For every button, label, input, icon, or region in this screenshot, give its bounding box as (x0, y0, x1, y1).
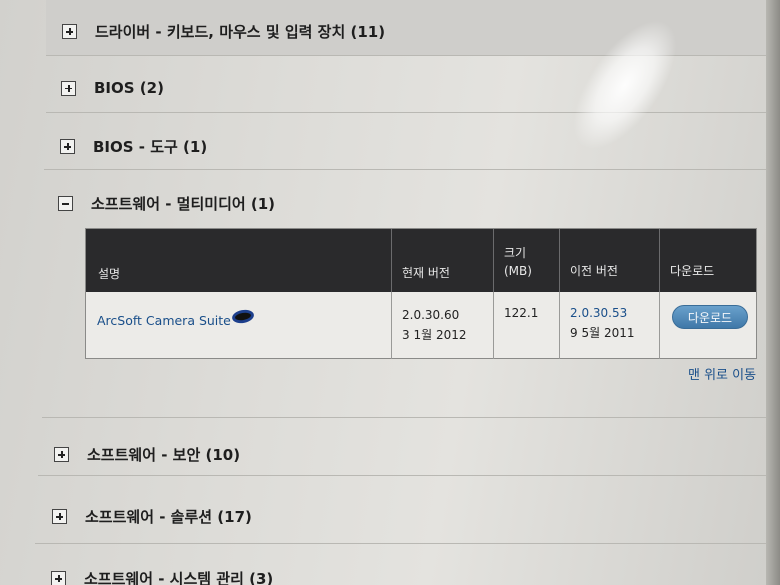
expand-icon[interactable] (61, 80, 76, 96)
section-header[interactable]: 소프트웨어 - 멀티미디어 (1) (58, 193, 275, 214)
section-title: 드라이버 - 키보드, 마우스 및 입력 장치 (11) (95, 23, 386, 41)
back-to-top-link[interactable]: 맨 위로 이동 (688, 364, 756, 383)
header-label: 크기 (504, 246, 527, 260)
section-bios: BIOS (2) (46, 56, 776, 113)
column-header-description: 설명 (86, 229, 392, 292)
device-bezel (766, 0, 780, 585)
section-header[interactable]: 소프트웨어 - 시스템 관리 (3) (51, 568, 273, 585)
column-header-current-version: 현재 버전 (392, 229, 494, 292)
column-header-previous-version: 이전 버전 (560, 229, 660, 292)
section-header[interactable]: BIOS - 도구 (1) (60, 136, 207, 157)
expand-icon[interactable] (51, 571, 66, 585)
column-header-size: 크기 (MB) (494, 229, 560, 292)
collapse-icon[interactable] (58, 196, 73, 211)
section-software-security: 소프트웨어 - 보안 (10) (38, 418, 776, 476)
section-software-solutions: 소프트웨어 - 솔루션 (17) (35, 476, 776, 544)
cell-previous-version: 2.0.30.53 9 5월 2011 (560, 292, 660, 359)
section-title: 소프트웨어 - 솔루션 (17) (85, 508, 252, 526)
section-header[interactable]: 드라이버 - 키보드, 마우스 및 입력 장치 (11) (62, 21, 385, 42)
previous-version-date: 9 5월 2011 (570, 326, 635, 340)
header-label-unit: (MB) (504, 264, 532, 278)
section-title: BIOS (2) (94, 79, 164, 97)
section-title: 소프트웨어 - 멀티미디어 (1) (91, 195, 276, 213)
section-software-system-management: 소프트웨어 - 시스템 관리 (3) (32, 544, 776, 585)
header-label: 다운로드 (670, 264, 715, 278)
expand-icon[interactable] (62, 24, 77, 39)
section-title: 소프트웨어 - 보안 (10) (87, 446, 241, 464)
downloads-table: 설명 현재 버전 크기 (MB) 이전 버전 다운로드 ArcSoft Came… (85, 228, 757, 359)
download-button[interactable]: 다운로드 (672, 305, 748, 329)
previous-version-link[interactable]: 2.0.30.53 (570, 306, 627, 320)
expand-icon[interactable] (52, 509, 67, 524)
section-header[interactable]: 소프트웨어 - 보안 (10) (54, 444, 240, 465)
size-value: 122.1 (504, 306, 539, 320)
cell-download: 다운로드 (660, 292, 758, 359)
header-label: 이전 버전 (570, 264, 618, 278)
section-header[interactable]: BIOS (2) (61, 79, 164, 97)
cell-description: ArcSoft Camera Suite (86, 292, 392, 359)
cell-size: 122.1 (494, 292, 560, 359)
current-version-value: 2.0.30.60 (402, 308, 460, 322)
section-bios-tools: BIOS - 도구 (1) (44, 113, 776, 170)
camera-suite-icon (231, 308, 255, 325)
header-label: 현재 버전 (402, 266, 450, 280)
expand-icon[interactable] (60, 139, 75, 154)
expand-icon[interactable] (54, 447, 69, 462)
section-title: BIOS - 도구 (1) (93, 138, 208, 156)
cell-current-version: 2.0.30.60 3 1월 2012 (392, 292, 494, 359)
current-version-date: 3 1월 2012 (402, 328, 467, 342)
table-header-row: 설명 현재 버전 크기 (MB) 이전 버전 다운로드 (86, 229, 756, 292)
column-header-download: 다운로드 (660, 229, 758, 292)
support-downloads-page: 드라이버 - 키보드, 마우스 및 입력 장치 (11) BIOS (2) BI… (0, 0, 780, 585)
header-label: 설명 (98, 267, 121, 281)
section-drivers-input: 드라이버 - 키보드, 마우스 및 입력 장치 (11) (46, 0, 776, 56)
section-header[interactable]: 소프트웨어 - 솔루션 (17) (52, 506, 252, 527)
section-title: 소프트웨어 - 시스템 관리 (3) (84, 570, 274, 585)
software-name-link[interactable]: ArcSoft Camera Suite (97, 313, 231, 328)
